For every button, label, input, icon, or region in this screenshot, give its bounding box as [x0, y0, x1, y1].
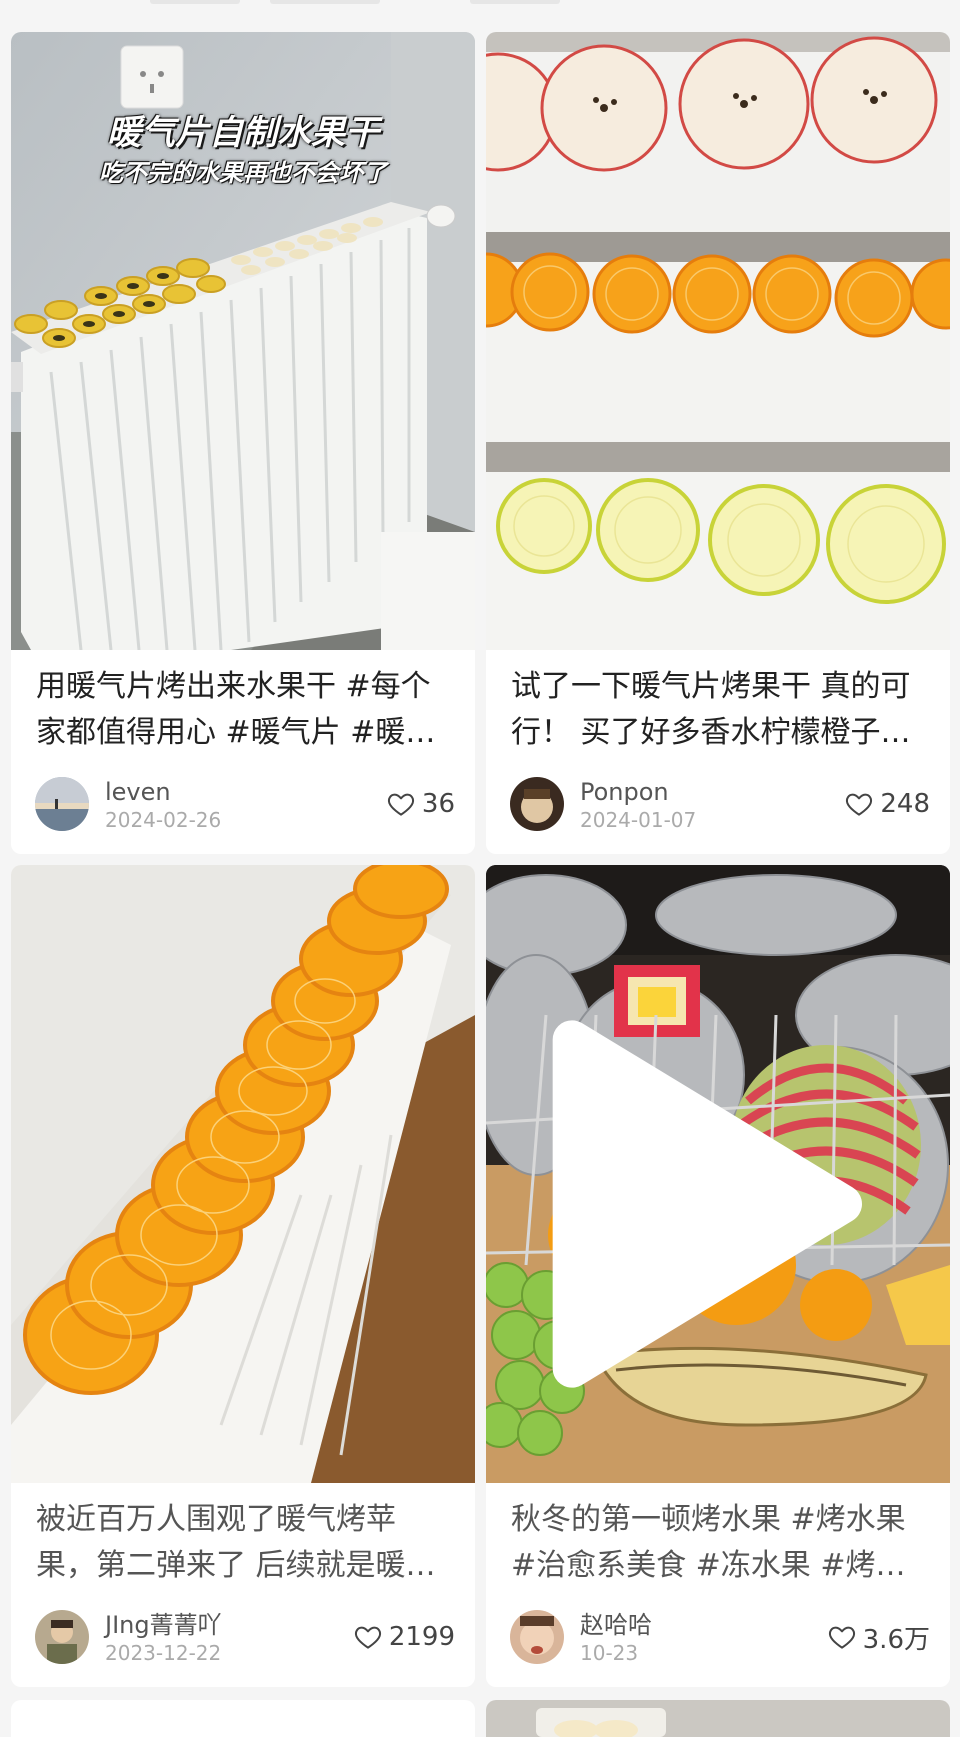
avatar[interactable]: [510, 1610, 564, 1664]
author-name: 赵哈哈: [580, 1611, 652, 1639]
note-cover-image[interactable]: [486, 1700, 950, 1737]
note-feed: 暖气片自制水果干 吃不完的水果再也不会坏了 用暖气片烤出来水果干 #每个家都值得…: [0, 0, 960, 1737]
heart-outline-icon: [846, 793, 873, 816]
note-title[interactable]: 秋冬的第一顿烤水果 #烤水果 #治愈系美食 #冻水果 #烤苹果: [511, 1497, 930, 1589]
heart-outline-icon: [828, 1626, 855, 1649]
note-title[interactable]: 试了一下暖气片烤果干 真的可行！ 买了好多香水柠檬橙子苹果: [511, 664, 930, 756]
like-button[interactable]: 3.6万: [827, 1620, 930, 1655]
note-card-partial[interactable]: [486, 1700, 950, 1737]
post-date: 2023-12-22: [105, 1641, 222, 1665]
cover-overlay-title: 暖气片自制水果干: [107, 113, 379, 153]
like-count: 36: [421, 789, 455, 819]
author-name: JIng菁菁吖: [105, 1611, 222, 1639]
like-button[interactable]: 2199: [353, 1620, 455, 1654]
note-title[interactable]: 用暖气片烤出来水果干 #每个家都值得用心 #暖气片 #暖气片烤水果干: [36, 664, 455, 756]
note-author[interactable]: Ponpon 2024-01-07 248: [510, 777, 930, 833]
note-card[interactable]: 秋冬的第一顿烤水果 #烤水果 #治愈系美食 #冻水果 #烤苹果 赵哈哈 10-2…: [486, 865, 950, 1687]
note-card[interactable]: 被近百万人围观了暖气烤苹果，第二弹来了 后续就是暖气片烤橙子 JIng菁菁吖 2…: [11, 865, 475, 1687]
cover-overlay-subtitle: 吃不完的水果再也不会坏了: [99, 159, 387, 187]
like-button[interactable]: 36: [386, 787, 455, 821]
note-title[interactable]: 被近百万人围观了暖气烤苹果，第二弹来了 后续就是暖气片烤橙子: [36, 1497, 455, 1589]
note-author[interactable]: leven 2024-02-26 36: [35, 777, 455, 833]
note-card[interactable]: 暖气片自制水果干 吃不完的水果再也不会坏了 用暖气片烤出来水果干 #每个家都值得…: [11, 32, 475, 854]
note-author[interactable]: JIng菁菁吖 2023-12-22 2199: [35, 1610, 455, 1666]
heart-outline-icon: [387, 793, 414, 816]
post-date: 2024-01-07: [580, 808, 697, 832]
note-card[interactable]: 试了一下暖气片烤果干 真的可行！ 买了好多香水柠檬橙子苹果 Ponpon 202…: [486, 32, 950, 854]
note-cover-image[interactable]: [11, 865, 475, 1483]
post-date: 2024-02-26: [105, 808, 222, 832]
video-play-icon: [552, 1020, 862, 1388]
like-count: 3.6万: [862, 1624, 930, 1655]
author-name: Ponpon: [580, 778, 669, 806]
note-card-partial[interactable]: [11, 1700, 475, 1737]
avatar[interactable]: [35, 1610, 89, 1664]
avatar[interactable]: [510, 777, 564, 831]
author-name: leven: [105, 778, 171, 806]
note-cover-image[interactable]: [486, 32, 950, 650]
like-button[interactable]: 248: [844, 787, 930, 821]
note-cover-image[interactable]: 暖气片自制水果干 吃不完的水果再也不会坏了: [11, 32, 475, 650]
post-date: 10-23: [580, 1641, 639, 1665]
avatar[interactable]: [35, 777, 89, 831]
like-count: 248: [880, 789, 930, 819]
heart-outline-icon: [354, 1626, 381, 1649]
like-count: 2199: [388, 1622, 455, 1652]
note-cover-image[interactable]: [486, 865, 950, 1483]
note-author[interactable]: 赵哈哈 10-23 3.6万: [510, 1610, 930, 1666]
